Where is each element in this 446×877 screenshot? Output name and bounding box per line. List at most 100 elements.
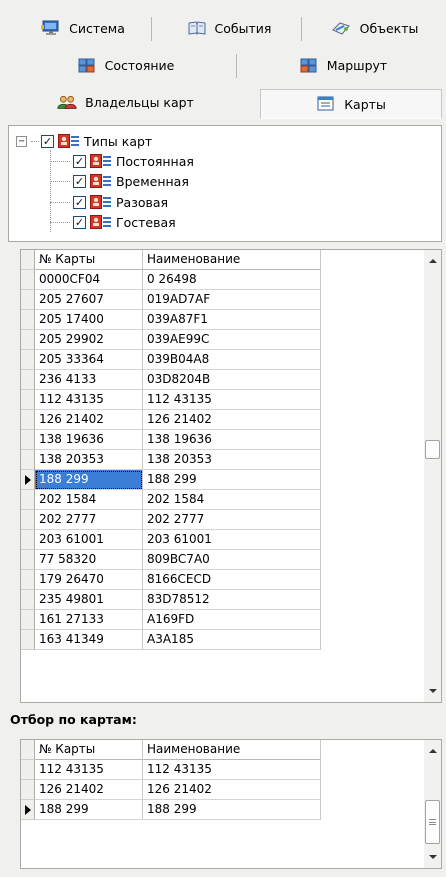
filter-grid[interactable]: № Карты Наименование 112 43135 112 43135 1… bbox=[20, 739, 442, 869]
cell-name[interactable]: 202 2777 bbox=[143, 510, 321, 530]
table-row[interactable]: 163 41349 A3A185 bbox=[21, 630, 426, 650]
cell-name[interactable]: 203 61001 bbox=[143, 530, 321, 550]
vertical-scrollbar[interactable] bbox=[424, 250, 441, 702]
collapse-icon[interactable]: − bbox=[16, 135, 27, 147]
cell-name[interactable]: A3A185 bbox=[143, 630, 321, 650]
tree-node-root[interactable]: − ✓ Типы карт bbox=[16, 131, 152, 151]
row-indicator[interactable] bbox=[21, 550, 35, 570]
scroll-thumb[interactable] bbox=[425, 440, 440, 459]
cell-name[interactable]: 126 21402 bbox=[143, 780, 321, 800]
row-indicator[interactable] bbox=[21, 350, 35, 370]
cell-name[interactable]: 188 299 bbox=[143, 800, 321, 820]
row-indicator[interactable] bbox=[21, 330, 35, 350]
table-row[interactable]: 202 1584 202 1584 bbox=[21, 490, 426, 510]
scroll-up-button[interactable] bbox=[424, 742, 441, 759]
row-indicator[interactable] bbox=[21, 530, 35, 550]
tree-node-guest[interactable]: ✓ Гостевая bbox=[73, 212, 176, 232]
table-row[interactable]: 205 17400 039A87F1 bbox=[21, 310, 426, 330]
cell-card-number[interactable]: 205 33364 bbox=[35, 350, 143, 370]
cell-card-number[interactable]: 235 49801 bbox=[35, 590, 143, 610]
cell-card-number[interactable]: 188 299 bbox=[35, 800, 143, 820]
cell-name[interactable]: 202 1584 bbox=[143, 490, 321, 510]
cell-card-number[interactable]: 0000CF04 bbox=[35, 270, 143, 290]
tab-state[interactable]: Состояние bbox=[18, 48, 233, 82]
table-row[interactable]: 138 19636 138 19636 bbox=[21, 430, 426, 450]
cell-name[interactable]: 188 299 bbox=[143, 470, 321, 490]
table-row[interactable]: 202 2777 202 2777 bbox=[21, 510, 426, 530]
cell-card-number[interactable]: 126 21402 bbox=[35, 780, 143, 800]
cell-name[interactable]: 03D8204B bbox=[143, 370, 321, 390]
cell-name[interactable]: 039A87F1 bbox=[143, 310, 321, 330]
row-indicator[interactable] bbox=[21, 570, 35, 590]
cell-name[interactable]: 138 20353 bbox=[143, 450, 321, 470]
cell-card-number[interactable]: 202 2777 bbox=[35, 510, 143, 530]
cell-name[interactable]: 112 43135 bbox=[143, 760, 321, 780]
table-row[interactable]: 138 20353 138 20353 bbox=[21, 450, 426, 470]
cell-name[interactable]: 138 19636 bbox=[143, 430, 321, 450]
tab-route[interactable]: Маршрут bbox=[244, 48, 442, 82]
cell-card-number[interactable]: 188 299 bbox=[35, 470, 143, 490]
column-header-card-number[interactable]: № Карты bbox=[35, 740, 143, 760]
cell-name[interactable]: 8166CECD bbox=[143, 570, 321, 590]
cell-card-number[interactable]: 77 58320 bbox=[35, 550, 143, 570]
row-indicator[interactable] bbox=[21, 610, 35, 630]
row-indicator[interactable] bbox=[21, 490, 35, 510]
row-indicator[interactable] bbox=[21, 290, 35, 310]
cell-name[interactable]: 039AE99C bbox=[143, 330, 321, 350]
column-header-name[interactable]: Наименование bbox=[143, 250, 321, 270]
cell-name[interactable]: 019AD7AF bbox=[143, 290, 321, 310]
row-indicator[interactable] bbox=[21, 410, 35, 430]
tree-checkbox[interactable]: ✓ bbox=[73, 215, 86, 229]
row-indicator[interactable] bbox=[21, 630, 35, 650]
row-indicator[interactable] bbox=[21, 470, 35, 490]
cell-name[interactable]: 809BC7A0 bbox=[143, 550, 321, 570]
row-indicator[interactable] bbox=[21, 270, 35, 290]
tree-checkbox[interactable]: ✓ bbox=[73, 174, 86, 188]
vertical-scrollbar[interactable] bbox=[424, 740, 441, 868]
table-row[interactable]: 77 58320 809BC7A0 bbox=[21, 550, 426, 570]
cell-card-number[interactable]: 126 21402 bbox=[35, 410, 143, 430]
cell-card-number[interactable]: 236 4133 bbox=[35, 370, 143, 390]
cards-grid[interactable]: № Карты Наименование 0000CF04 0 26498 205 … bbox=[20, 249, 442, 703]
row-indicator[interactable] bbox=[21, 780, 35, 800]
cell-card-number[interactable]: 112 43135 bbox=[35, 760, 143, 780]
row-indicator[interactable] bbox=[21, 450, 35, 470]
cell-card-number[interactable]: 112 43135 bbox=[35, 390, 143, 410]
cell-card-number[interactable]: 138 19636 bbox=[35, 430, 143, 450]
table-row[interactable]: 188 299 188 299 bbox=[21, 470, 426, 490]
cell-name[interactable]: 126 21402 bbox=[143, 410, 321, 430]
column-header-name[interactable]: Наименование bbox=[143, 740, 321, 760]
table-row[interactable]: 235 49801 83D78512 bbox=[21, 590, 426, 610]
tab-events[interactable]: События bbox=[158, 11, 300, 45]
scroll-down-button[interactable] bbox=[424, 848, 441, 865]
column-header-card-number[interactable]: № Карты bbox=[35, 250, 143, 270]
row-indicator[interactable] bbox=[21, 760, 35, 780]
cell-card-number[interactable]: 205 27607 bbox=[35, 290, 143, 310]
cell-card-number[interactable]: 179 26470 bbox=[35, 570, 143, 590]
cell-card-number[interactable]: 163 41349 bbox=[35, 630, 143, 650]
cell-card-number[interactable]: 138 20353 bbox=[35, 450, 143, 470]
cell-card-number[interactable]: 202 1584 bbox=[35, 490, 143, 510]
table-row[interactable]: 161 27133 A169FD bbox=[21, 610, 426, 630]
table-row[interactable]: 236 4133 03D8204B bbox=[21, 370, 426, 390]
tree-checkbox[interactable]: ✓ bbox=[73, 154, 86, 168]
tree-node-one-time[interactable]: ✓ Разовая bbox=[73, 192, 168, 212]
cell-name[interactable]: 039B04A8 bbox=[143, 350, 321, 370]
row-indicator[interactable] bbox=[21, 390, 35, 410]
cell-name[interactable]: 83D78512 bbox=[143, 590, 321, 610]
tree-checkbox[interactable]: ✓ bbox=[41, 134, 54, 148]
table-row[interactable]: 188 299 188 299 bbox=[21, 800, 426, 820]
scroll-up-button[interactable] bbox=[424, 252, 441, 269]
tab-system[interactable]: Система bbox=[20, 11, 146, 45]
cell-card-number[interactable]: 161 27133 bbox=[35, 610, 143, 630]
table-row[interactable]: 205 29902 039AE99C bbox=[21, 330, 426, 350]
row-indicator[interactable] bbox=[21, 510, 35, 530]
cell-card-number[interactable]: 203 61001 bbox=[35, 530, 143, 550]
tab-objects[interactable]: Объекты bbox=[308, 11, 442, 45]
cell-card-number[interactable]: 205 17400 bbox=[35, 310, 143, 330]
tree-node-temporary[interactable]: ✓ Временная bbox=[73, 171, 189, 191]
cell-card-number[interactable]: 205 29902 bbox=[35, 330, 143, 350]
row-indicator[interactable] bbox=[21, 430, 35, 450]
table-row[interactable]: 203 61001 203 61001 bbox=[21, 530, 426, 550]
table-row[interactable]: 0000CF04 0 26498 bbox=[21, 270, 426, 290]
